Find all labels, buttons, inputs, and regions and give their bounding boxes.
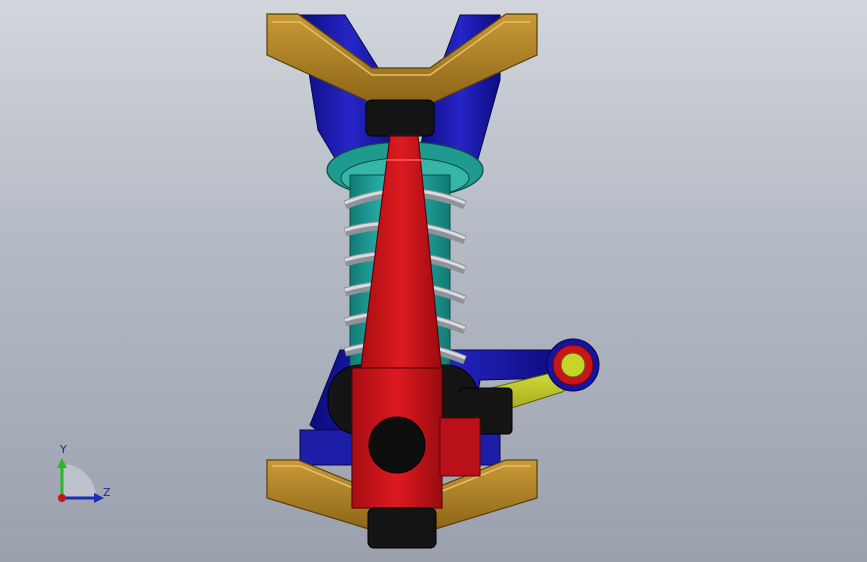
orientation-triad: [57, 458, 104, 503]
graphics-viewport[interactable]: Y Z: [0, 0, 867, 562]
axis-y-label: Y: [60, 443, 67, 456]
upper-ball-joint[interactable]: [365, 99, 435, 137]
lower-ball-joint[interactable]: [367, 507, 437, 549]
axis-z-label: Z: [103, 486, 111, 499]
suspension-assembly-model[interactable]: [0, 0, 867, 562]
